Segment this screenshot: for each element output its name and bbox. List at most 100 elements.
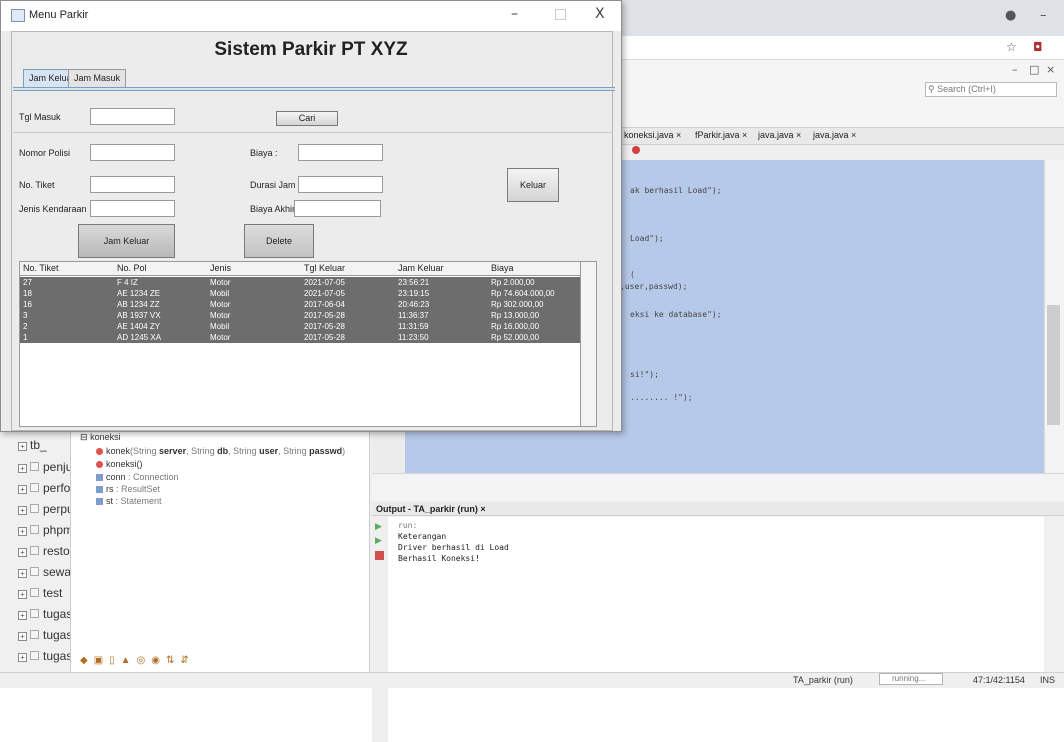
no-tiket-label: No. Tiket [19,180,55,190]
table-cell: 18 [23,289,32,298]
project-item[interactable]: + tb_ [18,438,47,452]
close-icon[interactable]: × [480,504,485,514]
table-cell: AB 1234 ZZ [117,300,160,309]
table-cell: 11:31:59 [398,322,429,331]
column-header[interactable]: Jam Keluar [398,263,444,273]
table-cell: 2017-05-28 [304,333,345,342]
table-cell: 11:23:50 [398,333,429,342]
nav-field-conn[interactable]: conn : Connection [96,472,179,482]
project-item[interactable]: + test [18,586,62,600]
table-cell: Rp 16.000,00 [491,322,540,331]
tab-java-java-1[interactable]: java.java × [758,130,801,140]
project-item[interactable]: + restor [18,544,74,558]
output-panel-header[interactable]: Output - TA_parkir (run) × [372,502,1064,516]
cari-button[interactable]: Cari [276,111,338,126]
delete-button[interactable]: Delete [244,224,314,258]
stop-icon[interactable] [375,551,384,560]
keluar-button[interactable]: Keluar [507,168,559,202]
jenis-kendaraan-label: Jenis Kendaraan [19,204,87,214]
table-cell: AE 1234 ZE [117,289,161,298]
nav-field-rs[interactable]: rs : ResultSet [96,484,160,494]
breakpoint-icon[interactable] [632,146,640,154]
ide-maximize-icon[interactable]: □ [1029,63,1039,76]
code-gutter [372,425,405,473]
maximize-button[interactable]: □ [554,6,567,22]
table-cell: Rp 52.000,00 [491,333,540,342]
project-item[interactable]: + tugast [18,607,76,621]
table-cell: 16 [23,300,32,309]
project-item[interactable]: + sewa_ [18,565,78,579]
ide-close-icon[interactable]: × [1046,63,1055,76]
nomor-polisi-label: Nomor Polisi [19,148,71,158]
parkir-table[interactable]: No. Tiket No. Pol Jenis Tgl Keluar Jam K… [19,261,581,427]
menu-parkir-window: Menu Parkir – □ X Sistem Parkir PT XYZ J… [0,0,622,432]
output-title: Output - TA_parkir (run) [376,504,478,514]
table-cell: Rp 2.000,00 [491,278,535,287]
output-line: Berhasil Koneksi! [398,554,480,563]
code-editor-lower[interactable] [405,425,1044,473]
search-placeholder: Search (Ctrl+I) [937,84,996,94]
run-icon[interactable]: ▶ [375,521,382,532]
nomor-polisi-input[interactable] [90,144,175,161]
status-position: 47:1/42:1154 [973,675,1025,685]
table-cell: 20:46:23 [398,300,430,309]
title-bar[interactable] [1,1,621,31]
nav-class[interactable]: ⊟ koneksi [80,432,121,443]
tab-jam-masuk[interactable]: Jam Masuk [68,69,127,87]
column-header[interactable]: No. Tiket [23,263,59,273]
table-row[interactable]: 27 F 4 IZ Motor 2021-07-05 23:56:21 Rp 2… [20,277,580,288]
editor-scroll-thumb[interactable] [1047,305,1060,425]
jenis-kendaraan-input[interactable] [90,200,175,217]
tab-koneksi-java[interactable]: koneksi.java × [624,130,681,140]
nav-method-koneksi[interactable]: koneksi() [96,459,143,469]
table-scrollbar[interactable] [581,261,597,427]
project-item[interactable]: + tugast [18,628,76,642]
method-icon [96,448,103,456]
table-cell: 2021-07-05 [304,278,345,287]
field-icon [96,498,103,506]
no-tiket-input[interactable] [90,176,175,193]
jam-keluar-button[interactable]: Jam Keluar [78,224,175,258]
durasi-jam-input[interactable] [298,176,383,193]
column-header[interactable]: Tgl Keluar [304,263,345,273]
progress-label: running... [892,674,926,683]
code-line: ak berhasil Load"); [630,186,722,195]
minimize-icon[interactable]: – [1040,8,1047,23]
code-line: eksi ke database"); [630,310,722,319]
code-line: Load"); [630,234,664,243]
table-row[interactable]: 1 AD 1245 XA Motor 2017-05-28 11:23:50 R… [20,332,580,343]
minimize-button[interactable]: – [511,6,518,22]
table-row[interactable]: 18 AE 1234 ZE Mobil 2021-07-05 23:19:15 … [20,288,580,299]
table-row[interactable]: 2 AE 1404 ZY Mobil 2017-05-28 11:31:59 R… [20,321,580,332]
tab-java-java-2[interactable]: java.java × [813,130,856,140]
ide-search-input[interactable]: ⚲ Search (Ctrl+I) [925,82,1057,97]
table-cell: 23:19:15 [398,289,430,298]
editor-hscrollbar[interactable] [372,473,1064,501]
column-header[interactable]: No. Pol [117,263,147,273]
biaya-input[interactable] [298,144,383,161]
column-header[interactable]: Biaya [491,263,514,273]
output-gutter: ▶ ▶ [372,517,388,742]
nav-field-st[interactable]: st : Statement [96,496,162,506]
project-item[interactable]: + perfor [18,481,74,495]
nav-method-konek[interactable]: konek(String server, String db, String u… [96,446,345,456]
table-row[interactable]: 16 AB 1234 ZZ Motor 2017-06-04 20:46:23 … [20,299,580,310]
java-app-icon [11,9,25,22]
close-button[interactable]: X [595,6,605,22]
table-cell: 3 [23,311,28,320]
class-icon: ⊟ [80,432,88,442]
tgl-masuk-input[interactable] [90,108,175,125]
table-row[interactable]: 3 AB 1937 VX Motor 2017-05-28 11:36:37 R… [20,310,580,321]
navigator-toolbar-icons[interactable]: ◆▣▯▲◎◉⇅⇵ [80,655,195,666]
tab-fparkir-java[interactable]: fParkir.java × [695,130,747,140]
extension-icon[interactable]: ◘ [1033,40,1043,54]
star-icon[interactable]: ☆ [1006,40,1017,54]
project-item[interactable]: + penju [18,460,72,474]
record-icon[interactable]: ● [1005,8,1016,23]
rerun-icon[interactable]: ▶ [375,535,382,546]
ide-minimize-icon[interactable]: – [1012,63,1018,76]
biaya-label: Biaya : [250,148,278,158]
column-header[interactable]: Jenis [210,263,231,273]
code-editor[interactable]: ak berhasil Load"); Load"); ( ,user,pass… [620,160,1044,435]
biaya-akhir-input[interactable] [294,200,381,217]
